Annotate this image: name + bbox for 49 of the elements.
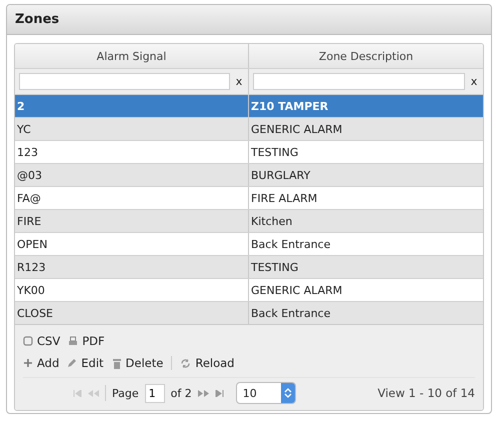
updown-icon	[284, 388, 292, 398]
table-row[interactable]: FA@ FIRE ALARM	[15, 186, 483, 209]
table-row[interactable]: FIRE Kitchen	[15, 209, 483, 232]
column-header[interactable]: Alarm Signal	[15, 44, 249, 68]
next-page-icon[interactable]	[198, 390, 209, 396]
export-button[interactable]: PDF	[68, 334, 105, 348]
first-page-icon[interactable]	[73, 390, 82, 396]
toolbar-button[interactable]: Add	[23, 356, 60, 370]
pencil-icon	[67, 358, 78, 368]
column-header[interactable]: Zone Description	[249, 44, 483, 68]
table-cell-text: Z10 TAMPER	[250, 98, 330, 114]
page-label: Page	[112, 386, 139, 400]
table-row[interactable]: YK00 GENERIC ALARM	[15, 278, 483, 301]
table-row[interactable]: @03 BURGLARY	[15, 163, 483, 186]
clear-filter-button[interactable]: x	[234, 75, 244, 88]
printer-icon	[68, 336, 78, 346]
table-cell-text: TESTING	[250, 260, 300, 276]
page-size-select[interactable]: 10	[236, 382, 296, 404]
table-row[interactable]: CLOSE Back Entrance	[15, 301, 483, 324]
table-row[interactable]: 123 TESTING	[15, 140, 483, 163]
page-field[interactable]: 1	[144, 384, 165, 402]
plus-icon	[23, 358, 33, 368]
last-page-icon[interactable]	[214, 390, 224, 396]
clear-filter-button[interactable]: x	[469, 75, 479, 88]
toolbar-button[interactable]: Delete	[112, 356, 164, 370]
toolbar-button[interactable]: Edit	[67, 356, 104, 370]
filter-field[interactable]	[253, 73, 465, 90]
record-summary: View 1 - 10 of 14	[378, 386, 475, 400]
table-row[interactable]: YC GENERIC ALARM	[15, 117, 483, 140]
table-cell-text: Back Entrance	[250, 236, 332, 252]
panel-title: Zones	[15, 12, 60, 27]
table-cell-text: TESTING	[250, 144, 300, 160]
table-cell-text: GENERIC ALARM	[250, 122, 344, 138]
toolbar-button[interactable]: Reload	[180, 356, 234, 370]
table-row[interactable]: OPEN Back Entrance	[15, 232, 483, 255]
reload-icon	[180, 358, 192, 368]
table-row[interactable]: R123 TESTING	[15, 255, 483, 278]
export-button[interactable]: CSV	[23, 334, 60, 348]
page-count: of 2	[170, 386, 192, 400]
table-cell-text: BURGLARY	[250, 168, 312, 184]
document-icon	[23, 336, 33, 346]
filter-field[interactable]	[19, 73, 230, 90]
table-cell-text: Kitchen	[250, 214, 294, 230]
table-cell-text: GENERIC ALARM	[250, 282, 344, 298]
table-row[interactable]: 2 Z10 TAMPER	[15, 94, 483, 117]
table-cell-text: FIRE ALARM	[250, 190, 318, 206]
table-cell-text: Back Entrance	[250, 306, 332, 322]
trash-icon	[112, 358, 122, 368]
previous-page-icon[interactable]	[88, 390, 99, 396]
